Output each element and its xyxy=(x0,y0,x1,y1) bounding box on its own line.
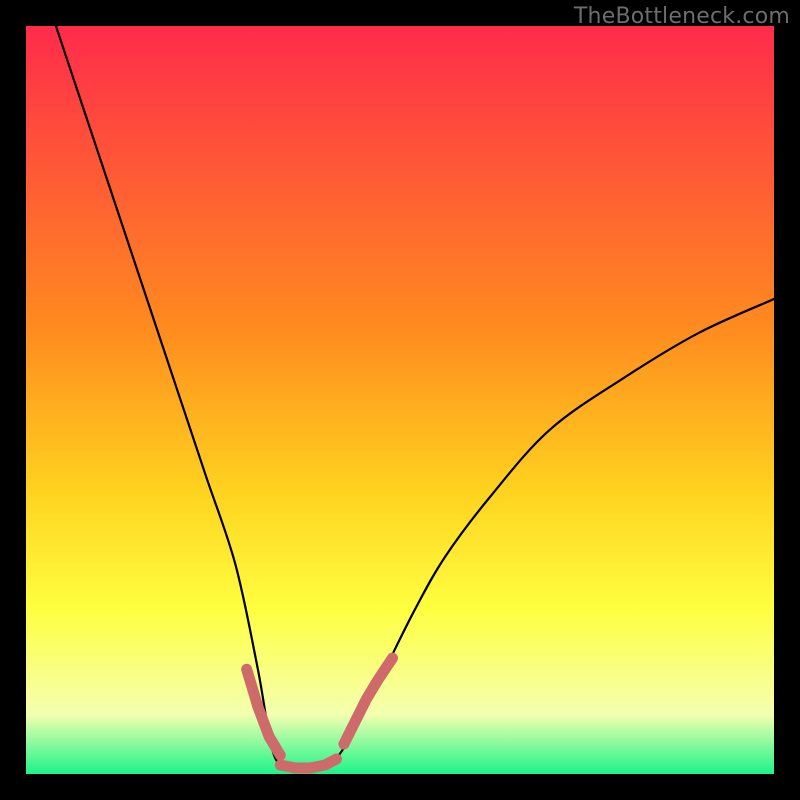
chart-frame: TheBottleneck.com xyxy=(0,0,800,800)
chart-svg xyxy=(26,26,774,774)
gradient-background xyxy=(26,26,774,774)
plot-area xyxy=(26,26,774,774)
watermark-text: TheBottleneck.com xyxy=(574,4,790,29)
